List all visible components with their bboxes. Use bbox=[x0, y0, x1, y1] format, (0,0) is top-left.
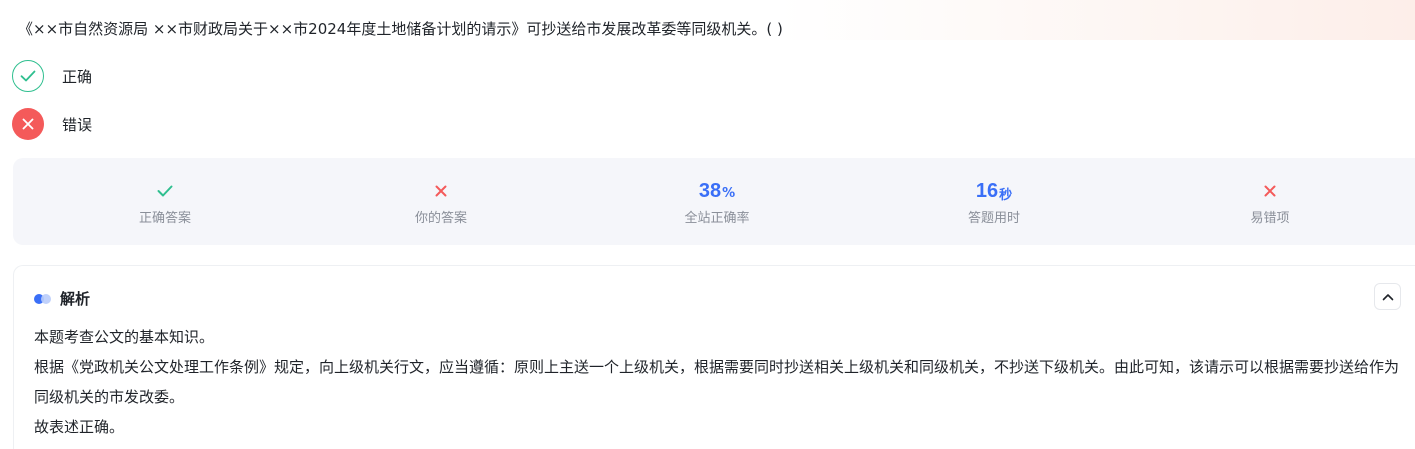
option-correct[interactable]: 正确 bbox=[12, 59, 92, 93]
stat-label: 全站正确率 bbox=[684, 211, 750, 226]
analysis-body: 本题考查公文的基本知识。 根据《党政机关公文处理工作条例》规定，向上级机关行文，… bbox=[34, 322, 1404, 442]
stat-label: 易错项 bbox=[1250, 211, 1290, 226]
collapse-button[interactable] bbox=[1374, 283, 1401, 310]
cross-icon bbox=[435, 185, 447, 197]
stat-time: 16 秒 答题用时 bbox=[894, 158, 1094, 245]
cross-icon bbox=[1264, 185, 1276, 197]
analysis-title: 解析 bbox=[60, 290, 91, 308]
question-text: 《××市自然资源局 ××市财政局关于××市2024年度土地储备计划的请示》可抄送… bbox=[18, 20, 783, 38]
stat-your-answer: 你的答案 bbox=[341, 158, 541, 245]
option-label: 正确 bbox=[62, 67, 93, 86]
option-wrong[interactable]: 错误 bbox=[12, 107, 92, 141]
check-icon bbox=[157, 185, 173, 197]
analysis-paragraph: 根据《党政机关公文处理工作条例》规定，向上级机关行文，应当遵循：原则上主送一个上… bbox=[34, 358, 1400, 406]
question-page: 《××市自然资源局 ××市财政局关于××市2024年度土地储备计划的请示》可抄送… bbox=[0, 0, 1415, 449]
stat-accuracy: 38% 全站正确率 bbox=[617, 158, 817, 245]
stat-error-prone: 易错项 bbox=[1170, 158, 1370, 245]
time-value: 16 bbox=[975, 179, 999, 202]
chevron-up-icon bbox=[1382, 293, 1393, 300]
cross-circle-icon bbox=[12, 108, 44, 140]
answer-stats-panel: 正确答案 你的答案 38% 全站正确率 16 秒 答题用时 易错项 bbox=[13, 158, 1415, 245]
stat-label: 你的答案 bbox=[414, 211, 467, 226]
stat-correct-answer: 正确答案 bbox=[65, 158, 265, 245]
check-circle-icon bbox=[12, 60, 44, 92]
stat-label: 答题用时 bbox=[967, 211, 1020, 226]
analysis-paragraph: 故表述正确。 bbox=[34, 418, 125, 436]
analysis-header: 解析 bbox=[34, 288, 90, 309]
analysis-panel: 解析 本题考查公文的基本知识。 根据《党政机关公文处理工作条例》规定，向上级机关… bbox=[13, 265, 1415, 449]
analysis-paragraph: 本题考查公文的基本知识。 bbox=[34, 328, 215, 346]
option-label: 错误 bbox=[62, 115, 93, 134]
time-unit: 秒 bbox=[999, 187, 1013, 203]
stat-label: 正确答案 bbox=[138, 211, 191, 226]
accuracy-unit: % bbox=[722, 185, 736, 201]
analysis-dots-icon bbox=[34, 293, 52, 304]
accuracy-value: 38 bbox=[698, 179, 722, 202]
